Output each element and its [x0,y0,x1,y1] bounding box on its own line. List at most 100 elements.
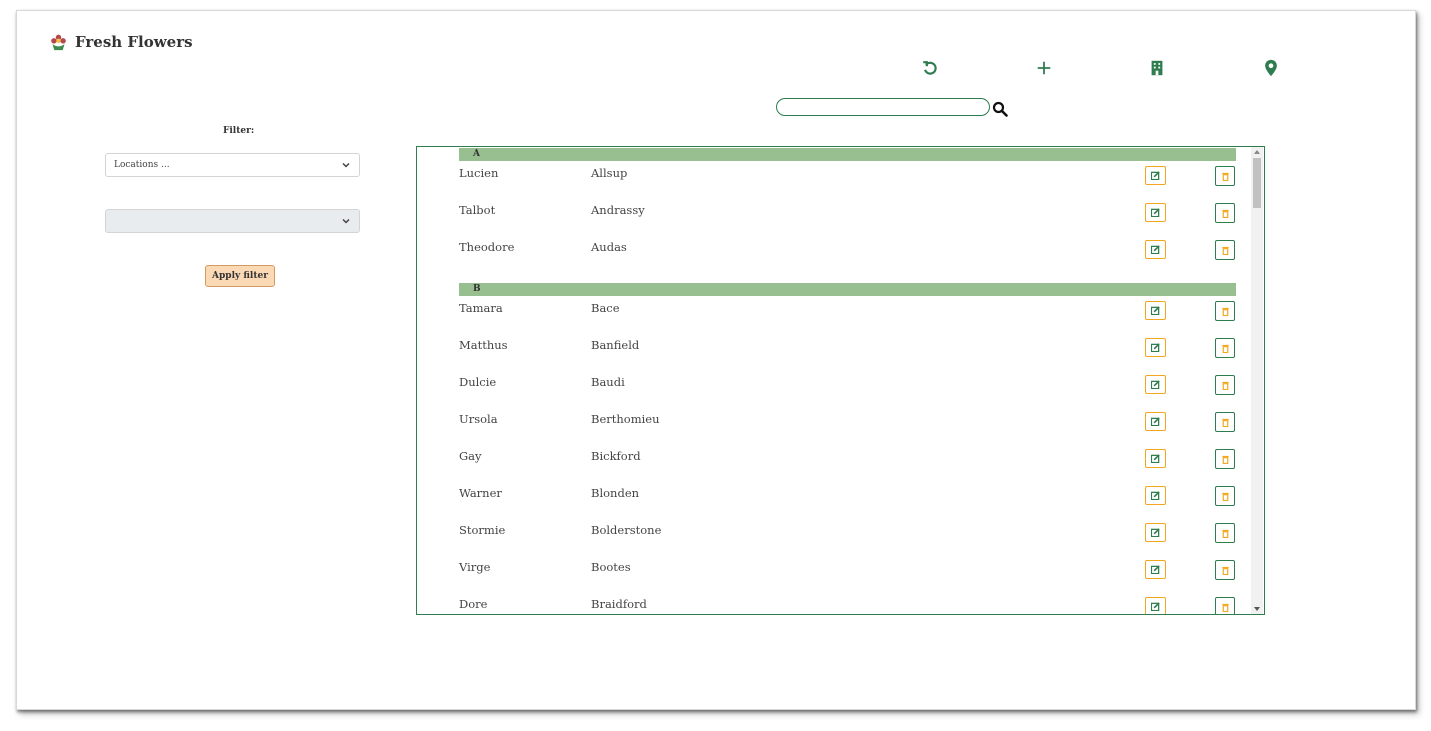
last-name: Andrassy [591,203,645,217]
list-item: Dore Braidford [417,592,1251,614]
edit-icon [1151,565,1160,574]
edit-icon [1151,528,1160,537]
edit-button[interactable] [1145,560,1166,579]
trash-icon [1221,307,1229,316]
edit-icon [1151,380,1160,389]
delete-button[interactable] [1215,597,1235,614]
last-name: Bootes [591,560,631,574]
brand: Fresh Flowers [50,33,193,51]
edit-icon [1151,245,1160,254]
edit-button[interactable] [1145,375,1166,394]
building-icon[interactable] [1148,59,1166,77]
trash-icon [1221,381,1229,390]
trash-icon [1221,344,1229,353]
search-icon[interactable] [992,101,1008,117]
trash-icon [1221,566,1229,575]
edit-button[interactable] [1145,240,1166,259]
scroll-down-arrow[interactable] [1254,607,1260,611]
edit-button[interactable] [1145,203,1166,222]
edit-icon [1151,306,1160,315]
edit-button[interactable] [1145,412,1166,431]
refresh-icon[interactable] [921,59,939,77]
first-name: Matthus [459,338,508,352]
list-item: Dulcie Baudi [417,370,1251,407]
edit-button[interactable] [1145,338,1166,357]
list-item: Gay Bickford [417,444,1251,481]
first-name: Stormie [459,523,506,537]
edit-button[interactable] [1145,486,1166,505]
secondary-select[interactable] [105,209,360,233]
group-header-a: A [459,148,1236,161]
flower-icon [51,34,66,50]
edit-button[interactable] [1145,597,1166,614]
scrollbar[interactable] [1251,147,1263,614]
edit-icon [1151,417,1160,426]
trash-icon [1221,492,1229,501]
last-name: Blonden [591,486,640,500]
list-item: Talbot Andrassy [417,198,1251,235]
edit-button[interactable] [1145,523,1166,542]
scroll-up-arrow[interactable] [1254,150,1260,154]
edit-icon [1151,491,1160,500]
edit-button[interactable] [1145,301,1166,320]
first-name: Dulcie [459,375,497,389]
first-name: Gay [459,449,482,463]
delete-button[interactable] [1215,338,1235,358]
first-name: Virge [459,560,491,574]
group-header-b: B [459,283,1236,296]
first-name: Lucien [459,166,499,180]
first-name: Dore [459,597,488,611]
delete-button[interactable] [1215,486,1235,506]
delete-button[interactable] [1215,375,1235,395]
delete-button[interactable] [1215,523,1235,543]
trash-icon [1221,603,1229,612]
trash-icon [1221,246,1229,255]
delete-button[interactable] [1215,240,1235,260]
first-name: Tamara [459,301,503,315]
list-item: Matthus Banfield [417,333,1251,370]
scroll-thumb[interactable] [1253,158,1261,208]
chevron-down-icon [342,218,350,224]
delete-button[interactable] [1215,166,1235,186]
delete-button[interactable] [1215,203,1235,223]
filter-label: Filter: [223,126,255,136]
trash-icon [1221,209,1229,218]
last-name: Braidford [591,597,647,611]
search-input[interactable] [776,98,990,116]
delete-button[interactable] [1215,301,1235,321]
locations-select[interactable]: Locations ... [105,153,360,177]
first-name: Warner [459,486,502,500]
edit-icon [1151,171,1160,180]
last-name: Allsup [591,166,628,180]
delete-button[interactable] [1215,449,1235,469]
delete-button[interactable] [1215,412,1235,432]
edit-button[interactable] [1145,449,1166,468]
edit-button[interactable] [1145,166,1166,185]
trash-icon [1221,455,1229,464]
locations-select-value: Locations ... [114,160,170,170]
edit-icon [1151,602,1160,611]
first-name: Ursola [459,412,498,426]
delete-button[interactable] [1215,560,1235,580]
last-name: Bickford [591,449,641,463]
contacts-list[interactable]: A Lucien Allsup Talbot Andrassy Theodore Audas… [416,146,1265,615]
app-window: Fresh Flowers Filter: Locations ... Appl… [16,10,1416,710]
last-name: Bolderstone [591,523,662,537]
apply-filter-button[interactable]: Apply filter [205,265,275,287]
last-name: Baudi [591,375,625,389]
list-item: Virge Bootes [417,555,1251,592]
edit-icon [1151,343,1160,352]
map-marker-icon[interactable] [1262,59,1280,77]
plus-icon[interactable] [1035,59,1053,77]
list-item: Theodore Audas [417,235,1251,272]
first-name: Talbot [459,203,496,217]
edit-icon [1151,454,1160,463]
last-name: Audas [591,240,627,254]
first-name: Theodore [459,240,515,254]
edit-icon [1151,208,1160,217]
list-item: Warner Blonden [417,481,1251,518]
trash-icon [1221,172,1229,181]
last-name: Berthomieu [591,412,660,426]
chevron-down-icon [342,162,350,168]
list-item: Stormie Bolderstone [417,518,1251,555]
